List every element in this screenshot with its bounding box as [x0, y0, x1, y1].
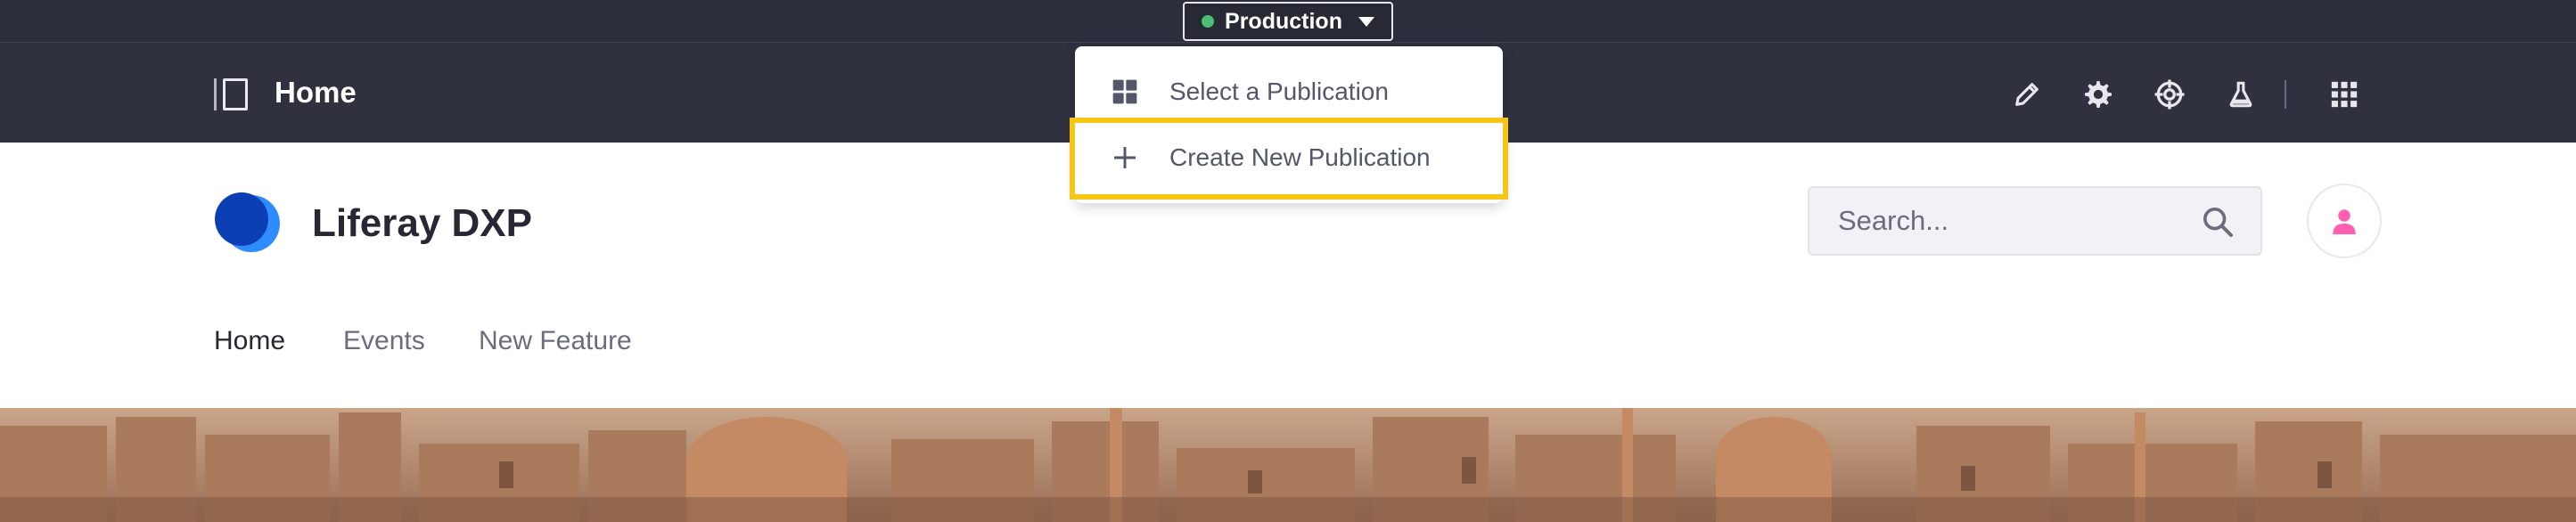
status-dot-icon	[1202, 15, 1215, 28]
user-avatar-button[interactable]	[2307, 184, 2382, 258]
search-input[interactable]	[1809, 188, 2184, 254]
select-publication-label: Select a Publication	[1169, 77, 1389, 105]
environment-label: Production	[1225, 8, 1342, 34]
nav-item-events[interactable]: Events	[343, 326, 425, 356]
search-icon[interactable]	[2200, 204, 2236, 240]
site-logo[interactable]	[212, 191, 283, 253]
grid-icon	[1111, 77, 1139, 106]
caret-down-icon	[1358, 16, 1374, 27]
user-icon	[2333, 209, 2356, 234]
select-publication-menu-item[interactable]: Select a Publication	[1075, 61, 1503, 123]
nav-item-new-feature[interactable]: New Feature	[479, 326, 632, 356]
gear-icon[interactable]	[2080, 77, 2116, 112]
apps-grid-icon[interactable]	[2326, 77, 2362, 112]
flask-icon[interactable]	[2223, 77, 2259, 112]
page-title: Home	[275, 76, 357, 109]
site-name[interactable]: Liferay DXP	[312, 201, 532, 246]
highlight-outline	[1070, 118, 1508, 200]
pencil-icon[interactable]	[2009, 77, 2045, 112]
product-menu-toggle-icon[interactable]	[214, 78, 251, 110]
environment-bar: Production	[0, 0, 2576, 43]
nav-item-home[interactable]: Home	[214, 326, 285, 356]
environment-dropdown-button[interactable]: Production	[1183, 2, 1393, 41]
control-menu-divider	[2285, 80, 2286, 109]
target-icon[interactable]	[2152, 77, 2187, 112]
hero-banner-image	[0, 408, 2576, 522]
search-bar	[1808, 186, 2262, 256]
